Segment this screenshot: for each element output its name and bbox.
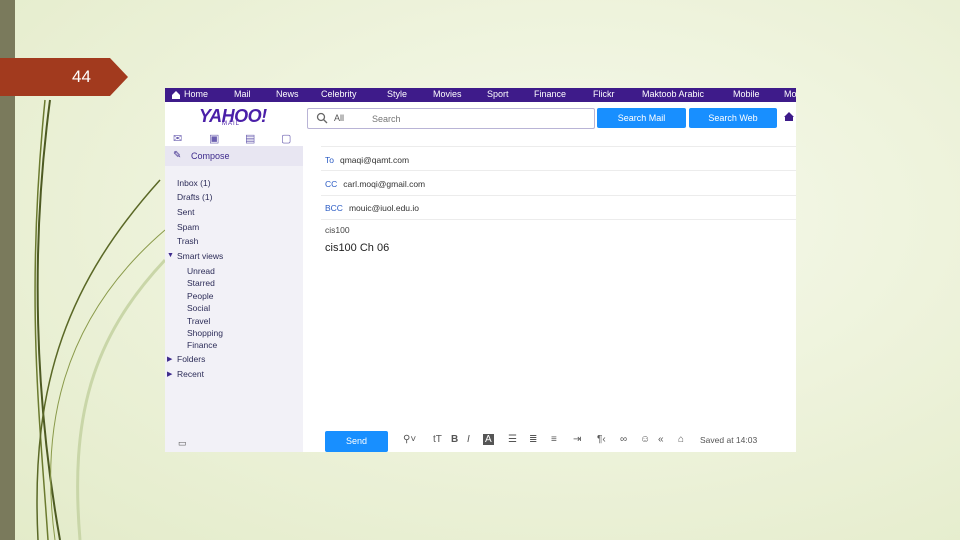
to-field[interactable]: To qmaqi@qamt.com [325, 155, 409, 165]
app-icon-bar: ✉ ▣ ▤ ▢ [173, 132, 303, 146]
divider [321, 146, 796, 147]
nav-more[interactable]: Mo [784, 89, 796, 99]
home-icon[interactable] [783, 111, 795, 122]
collapse-icon[interactable]: « [658, 434, 664, 445]
nav-finance[interactable]: Finance [534, 89, 566, 99]
numbered-list-icon[interactable]: ≣ [529, 434, 537, 445]
sidebar-smart-views[interactable]: Smart views [177, 251, 223, 261]
cc-value[interactable]: carl.moqi@gmail.com [343, 179, 425, 189]
sidebar-item-inbox[interactable]: Inbox (1) [177, 178, 211, 188]
notepad-icon[interactable]: ▢ [281, 132, 291, 145]
nav-maktoob[interactable]: Maktoob Arabic [642, 89, 704, 99]
chevron-right-icon[interactable]: ▶ [167, 370, 172, 378]
bullet-list-icon[interactable]: ☰ [508, 434, 517, 445]
nav-flickr[interactable]: Flickr [593, 89, 615, 99]
home-icon[interactable] [171, 90, 181, 100]
slide-number-tab: 44 [0, 58, 128, 96]
send-button[interactable]: Send [325, 431, 388, 452]
align-icon[interactable]: ≡ [551, 434, 557, 445]
nav-movies[interactable]: Movies [433, 89, 462, 99]
nav-news[interactable]: News [276, 89, 299, 99]
bcc-field[interactable]: BCC mouic@iuol.edu.io [325, 203, 419, 213]
sidebar-item-trash[interactable]: Trash [177, 236, 198, 246]
to-value[interactable]: qmaqi@qamt.com [340, 155, 409, 165]
sidebar-item-sent[interactable]: Sent [177, 207, 195, 217]
bcc-label: BCC [325, 203, 343, 213]
compose-button[interactable]: ✎ Compose [165, 146, 303, 166]
sidebar-folders[interactable]: Folders [177, 354, 205, 364]
indent-icon[interactable]: ⇥ [573, 434, 581, 445]
search-input[interactable] [370, 111, 584, 127]
yahoo-logo-sub: MAIL [222, 121, 241, 127]
nav-sport[interactable]: Sport [487, 89, 509, 99]
calendar-icon[interactable]: ▤ [245, 132, 255, 145]
settings-icon[interactable]: ▭ [178, 438, 187, 449]
divider [321, 170, 796, 171]
font-size-icon[interactable]: tT [433, 434, 442, 445]
trash-icon[interactable]: ⌂ [678, 434, 684, 445]
sidebar-item-social[interactable]: Social [187, 303, 210, 313]
saved-status: Saved at 14:03 [700, 435, 758, 445]
bcc-value[interactable]: mouic@iuol.edu.io [349, 203, 419, 213]
sidebar-item-starred[interactable]: Starred [187, 278, 215, 288]
attach-icon[interactable]: ⚲˅ [403, 434, 416, 445]
sidebar-item-shopping[interactable]: Shopping [187, 328, 223, 338]
message-body[interactable]: cis100 Ch 06 [325, 242, 389, 254]
emoji-icon[interactable]: ☺ [640, 434, 650, 445]
sidebar-item-travel[interactable]: Travel [187, 316, 210, 326]
sidebar: ✎ Compose Inbox (1) Drafts (1) Sent Spam… [165, 146, 303, 452]
yahoo-mail-screenshot: Home Mail News Celebrity Style Movies Sp… [165, 88, 796, 452]
subject-field[interactable]: cis100 [325, 225, 350, 235]
search-icon [316, 112, 328, 124]
to-label: To [325, 155, 334, 165]
chevron-down-icon[interactable]: ▼ [167, 252, 174, 259]
sidebar-item-people[interactable]: People [187, 291, 213, 301]
slide-number: 44 [72, 67, 91, 86]
sidebar-item-unread[interactable]: Unread [187, 266, 215, 276]
top-navigation-bar: Home Mail News Celebrity Style Movies Sp… [165, 88, 796, 102]
pencil-icon: ✎ [173, 150, 182, 161]
compose-label: Compose [191, 151, 230, 161]
link-icon[interactable]: ∞ [620, 434, 627, 445]
nav-mail[interactable]: Mail [234, 89, 251, 99]
cc-field[interactable]: CC carl.moqi@gmail.com [325, 179, 425, 189]
nav-mobile[interactable]: Mobile [733, 89, 760, 99]
bold-icon[interactable]: B [451, 434, 458, 445]
sidebar-item-spam[interactable]: Spam [177, 222, 199, 232]
search-scope-dropdown[interactable]: All [334, 113, 344, 123]
contacts-icon[interactable]: ▣ [209, 132, 219, 145]
cc-label: CC [325, 179, 338, 189]
sidebar-recent[interactable]: Recent [177, 369, 204, 379]
text-color-icon[interactable]: A [483, 434, 494, 445]
search-mail-button[interactable]: Search Mail [597, 108, 686, 128]
sidebar-item-finance[interactable]: Finance [187, 340, 217, 350]
sidebar-item-drafts[interactable]: Drafts (1) [177, 192, 212, 202]
nav-home[interactable]: Home [184, 89, 208, 99]
chevron-right-icon[interactable]: ▶ [167, 355, 172, 363]
search-web-button[interactable]: Search Web [689, 108, 777, 128]
mail-icon[interactable]: ✉ [173, 132, 182, 145]
rtl-icon[interactable]: ¶‹ [597, 434, 606, 445]
divider [321, 195, 796, 196]
nav-style[interactable]: Style [387, 89, 407, 99]
divider [321, 219, 796, 220]
search-box: All [307, 108, 595, 129]
nav-celebrity[interactable]: Celebrity [321, 89, 357, 99]
italic-icon[interactable]: I [467, 434, 470, 445]
